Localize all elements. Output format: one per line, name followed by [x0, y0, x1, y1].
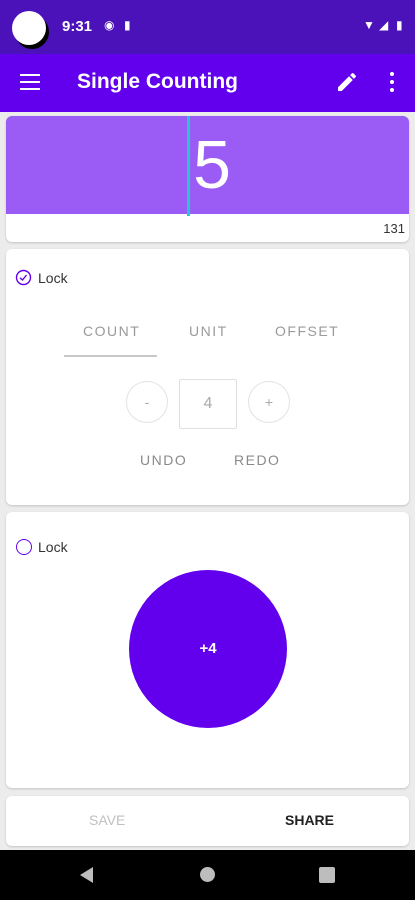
pencil-icon[interactable] [335, 70, 359, 94]
app-bar: Single Counting [0, 54, 415, 112]
tap-count-button[interactable]: +4 [129, 570, 287, 728]
app-title: Single Counting [77, 70, 238, 93]
back-icon[interactable] [80, 867, 93, 883]
tab-offset[interactable]: OFFSET [275, 323, 339, 339]
camera-cutout [12, 11, 46, 45]
undo-button[interactable]: UNDO [140, 452, 187, 468]
counter-display: 5 [6, 116, 409, 216]
tab-count[interactable]: COUNT [83, 323, 140, 339]
battery-icon: ▮ [396, 18, 403, 32]
action-card: SAVE SHARE [6, 796, 409, 846]
home-icon[interactable] [200, 867, 215, 882]
redo-button[interactable]: REDO [234, 452, 280, 468]
tap-lock-label: Lock [38, 539, 68, 555]
sd-card-icon: ▮ [124, 18, 131, 32]
tab-unit[interactable]: UNIT [189, 323, 228, 339]
signal-icon: ◢ [379, 18, 389, 32]
more-vert-icon[interactable] [389, 72, 395, 94]
lock-label: Lock [38, 270, 68, 286]
tab-indicator [64, 355, 157, 357]
system-nav-bar [0, 850, 415, 900]
control-card: Lock COUNT UNIT OFFSET - 4 + UNDO REDO [6, 249, 409, 505]
circle-outline-icon [16, 539, 32, 555]
check-circle-icon [15, 269, 32, 286]
count-value: 5 [193, 127, 231, 203]
total-count: 131 [383, 221, 405, 236]
recent-apps-icon[interactable] [319, 867, 335, 883]
step-input[interactable]: 4 [179, 379, 237, 429]
status-bar: 9:31 ◉ ▮ ▼ ◢ ▮ [0, 0, 415, 54]
status-time: 9:31 [62, 18, 93, 35]
share-button[interactable]: SHARE [285, 812, 334, 828]
wifi-icon: ▼ [363, 18, 375, 32]
decrement-button[interactable]: - [126, 381, 168, 423]
increment-button[interactable]: + [248, 381, 290, 423]
notification-icon: ◉ [104, 18, 115, 32]
counter-card: 5 131 [6, 116, 409, 242]
tap-card: Lock +4 [6, 512, 409, 788]
menu-icon[interactable] [20, 74, 40, 90]
save-button[interactable]: SAVE [89, 812, 125, 828]
